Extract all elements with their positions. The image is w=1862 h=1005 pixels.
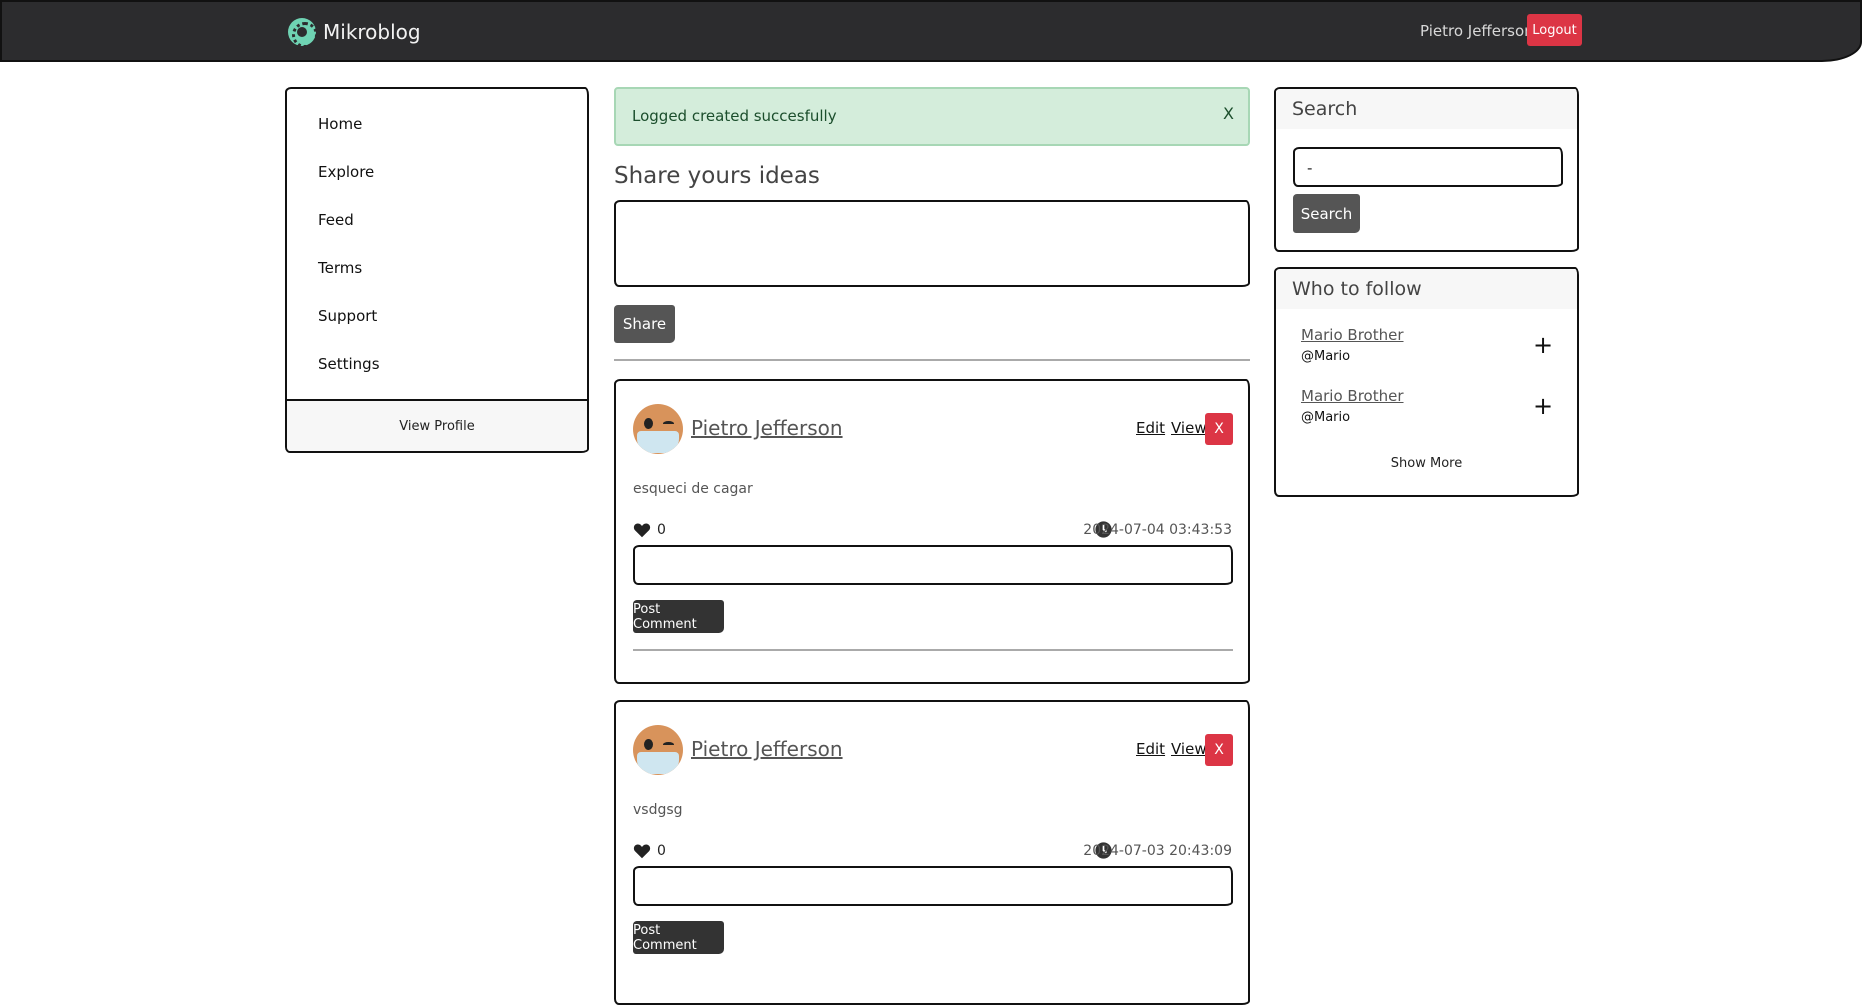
alert-close-button[interactable]: X — [1223, 104, 1234, 123]
brand-link[interactable]: Mikroblog — [288, 18, 421, 48]
like-count: 0 — [657, 843, 666, 859]
follow-user-handle: @Mario — [1301, 410, 1351, 425]
alert-message: Logged created succesfully — [632, 107, 837, 125]
sidebar-menu: Home Explore Feed Terms Support Settings… — [285, 87, 589, 453]
avatar[interactable] — [633, 725, 683, 775]
follow-add-icon[interactable]: + — [1533, 394, 1553, 418]
post-delete-button[interactable]: X — [1205, 734, 1233, 766]
sidebar-item-terms[interactable]: Terms — [318, 259, 362, 277]
post-body: vsdgsg — [633, 802, 683, 818]
sidebar-item-feed[interactable]: Feed — [318, 211, 354, 229]
post-view-link[interactable]: View — [1171, 419, 1207, 437]
post-timestamp: 2024-07-04 03:43:53 — [1083, 522, 1232, 538]
search-card-header: Search — [1276, 89, 1577, 129]
share-heading: Share yours ideas — [614, 163, 820, 189]
post-comment-button[interactable]: Post Comment — [633, 600, 724, 633]
top-navbar: Mikroblog Pietro Jefferson Logout — [0, 0, 1862, 62]
post-edit-link[interactable]: Edit — [1136, 740, 1165, 758]
post-comment-button[interactable]: Post Comment — [633, 921, 724, 954]
heart-icon[interactable] — [633, 843, 651, 859]
post-view-link[interactable]: View — [1171, 740, 1207, 758]
follow-add-icon[interactable]: + — [1533, 333, 1553, 357]
like-count: 0 — [657, 522, 666, 538]
brand-name: Mikroblog — [323, 20, 421, 44]
show-more-link[interactable]: Show More — [1276, 456, 1577, 471]
divider — [614, 359, 1250, 361]
follow-card-title: Who to follow — [1292, 278, 1422, 300]
comment-input[interactable] — [633, 866, 1233, 906]
share-textarea[interactable] — [614, 200, 1250, 287]
follow-user-name[interactable]: Mario Brother — [1301, 326, 1404, 344]
post-timestamp: 2024-07-03 20:43:09 — [1083, 843, 1232, 859]
success-alert: Logged created succesfully X — [614, 87, 1250, 146]
divider — [633, 649, 1233, 651]
search-card: Search - Search — [1274, 87, 1579, 252]
follow-user-handle: @Mario — [1301, 349, 1351, 364]
post-body: esqueci de cagar — [633, 481, 753, 497]
search-input[interactable]: - — [1293, 147, 1563, 187]
logout-button[interactable]: Logout — [1527, 14, 1582, 46]
sidebar-item-explore[interactable]: Explore — [318, 163, 374, 181]
follow-user-name[interactable]: Mario Brother — [1301, 387, 1404, 405]
sidebar-item-home[interactable]: Home — [318, 115, 362, 133]
sidebar-item-support[interactable]: Support — [318, 307, 377, 325]
post-author-link[interactable]: Pietro Jefferson — [691, 416, 843, 440]
search-card-title: Search — [1292, 98, 1358, 120]
post-delete-button[interactable]: X — [1205, 413, 1233, 445]
post-edit-link[interactable]: Edit — [1136, 419, 1165, 437]
search-button[interactable]: Search — [1293, 194, 1360, 233]
post-card: Pietro Jefferson Edit View X vsdgsg 0 20… — [614, 700, 1250, 1005]
current-user-name[interactable]: Pietro Jefferson — [1420, 22, 1534, 40]
view-profile-link[interactable]: View Profile — [287, 399, 587, 451]
share-button[interactable]: Share — [614, 305, 675, 343]
follow-card-header: Who to follow — [1276, 269, 1577, 309]
who-to-follow-card: Who to follow Mario Brother @Mario + Mar… — [1274, 267, 1579, 497]
post-card: Pietro Jefferson Edit View X esqueci de … — [614, 379, 1250, 684]
brand-logo-icon — [288, 18, 318, 48]
heart-icon[interactable] — [633, 522, 651, 538]
sidebar-item-settings[interactable]: Settings — [318, 355, 380, 373]
avatar[interactable] — [633, 404, 683, 454]
comment-input[interactable] — [633, 545, 1233, 585]
post-author-link[interactable]: Pietro Jefferson — [691, 737, 843, 761]
